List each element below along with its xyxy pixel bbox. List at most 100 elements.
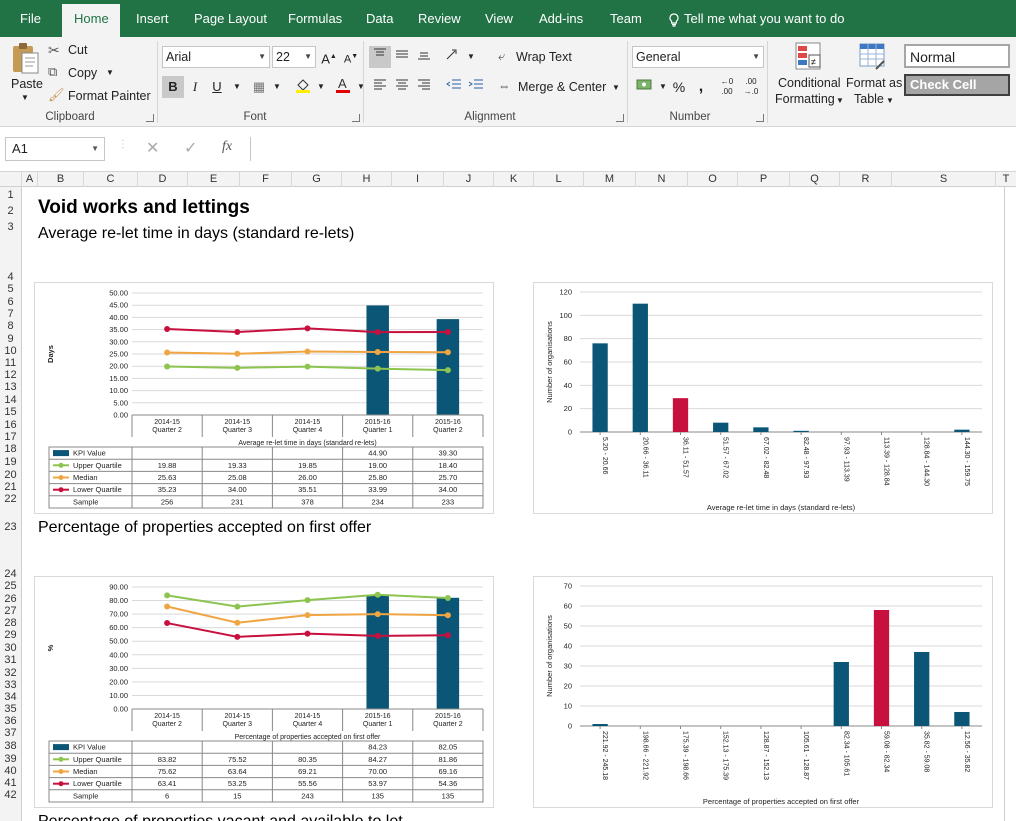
row-header-14[interactable]: 14 bbox=[0, 394, 21, 406]
borders-dropdown-icon[interactable]: ▼ bbox=[266, 76, 288, 98]
cancel-icon[interactable]: ✕ bbox=[146, 138, 159, 158]
tab-review[interactable]: Review bbox=[406, 0, 473, 37]
first-offer-kpi-chart[interactable]: 0.00 10.00 20.00 30.00 40.00 50.00 60.00 70.00 8… bbox=[34, 576, 494, 808]
row-header-21[interactable]: 21 bbox=[0, 481, 21, 493]
tab-file[interactable]: File bbox=[8, 0, 53, 37]
row-header-34[interactable]: 34 bbox=[0, 691, 21, 703]
tab-formulas[interactable]: Formulas bbox=[276, 0, 354, 37]
tab-home[interactable]: Home bbox=[62, 4, 120, 37]
increase-indent-icon[interactable] bbox=[465, 76, 487, 98]
column-header-s[interactable]: S bbox=[892, 172, 996, 187]
column-header-g[interactable]: G bbox=[292, 172, 342, 187]
row-header-41[interactable]: 41 bbox=[0, 777, 21, 789]
relet-kpi-chart[interactable]: 0.00 5.00 10.00 15.00 20.00 25.00 30.00 35.00 40… bbox=[34, 282, 494, 514]
decrease-indent-icon[interactable] bbox=[443, 76, 465, 98]
font-launcher-icon[interactable] bbox=[352, 114, 360, 122]
enter-check-icon[interactable]: ✓ bbox=[184, 138, 197, 158]
row-header-2[interactable]: 2 bbox=[0, 205, 21, 217]
align-bottom-icon[interactable] bbox=[413, 46, 435, 68]
align-right-icon[interactable] bbox=[413, 76, 435, 98]
row-header-13[interactable]: 13 bbox=[0, 381, 21, 393]
tab-insert[interactable]: Insert bbox=[124, 0, 181, 37]
align-middle-icon[interactable] bbox=[391, 46, 413, 68]
column-header-j[interactable]: J bbox=[444, 172, 494, 187]
underline-button[interactable]: U bbox=[206, 76, 228, 98]
row-header-33[interactable]: 33 bbox=[0, 679, 21, 691]
row-header-25[interactable]: 25 bbox=[0, 580, 21, 592]
relet-distribution-chart[interactable]: 0 20 40 60 80 100 120 Number of organisations 5.… bbox=[533, 282, 993, 514]
worksheet-grid[interactable]: Void works and lettings Average re-let t… bbox=[22, 187, 1004, 821]
style-check-cell[interactable]: Check Cell bbox=[904, 74, 1010, 96]
number-format-combo[interactable]: General ▼ bbox=[632, 46, 764, 68]
increase-font-icon[interactable]: A▲ bbox=[318, 46, 340, 68]
column-header-h[interactable]: H bbox=[342, 172, 392, 187]
percent-button[interactable]: % bbox=[668, 76, 690, 98]
tab-view[interactable]: View bbox=[473, 0, 525, 37]
column-header-d[interactable]: D bbox=[138, 172, 188, 187]
row-header-24[interactable]: 24 bbox=[0, 568, 21, 580]
alignment-launcher-icon[interactable] bbox=[616, 114, 624, 122]
column-header-a[interactable]: A bbox=[22, 172, 38, 187]
row-header-35[interactable]: 35 bbox=[0, 703, 21, 715]
row-header-4[interactable]: 4 bbox=[0, 271, 21, 283]
row-header-36[interactable]: 36 bbox=[0, 715, 21, 727]
copy-button[interactable]: ⧉ Copy ▼ bbox=[48, 63, 118, 83]
bold-button[interactable]: B bbox=[162, 76, 184, 98]
column-header-k[interactable]: K bbox=[494, 172, 534, 187]
row-header-39[interactable]: 39 bbox=[0, 753, 21, 765]
tab-team[interactable]: Team bbox=[598, 0, 654, 37]
row-header-6[interactable]: 6 bbox=[0, 296, 21, 308]
tab-page-layout[interactable]: Page Layout bbox=[182, 0, 279, 37]
cut-button[interactable]: ✂ Cut bbox=[48, 40, 108, 60]
format-painter-button[interactable]: 🖌 Format Painter bbox=[48, 86, 151, 106]
decrease-font-icon[interactable]: A▼ bbox=[340, 46, 362, 68]
row-header-11[interactable]: 11 bbox=[0, 357, 21, 369]
column-header-b[interactable]: B bbox=[38, 172, 84, 187]
underline-dropdown-icon[interactable]: ▼ bbox=[226, 76, 248, 98]
tell-me-search[interactable]: Tell me what you want to do bbox=[668, 0, 844, 37]
row-header-7[interactable]: 7 bbox=[0, 308, 21, 320]
row-header-16[interactable]: 16 bbox=[0, 419, 21, 431]
format-as-table-button[interactable]: Format as Table ▼ bbox=[844, 41, 902, 109]
tab-data[interactable]: Data bbox=[354, 0, 405, 37]
row-header-20[interactable]: 20 bbox=[0, 469, 21, 481]
column-header-i[interactable]: I bbox=[392, 172, 444, 187]
decrease-decimal-icon[interactable]: .00 →.0 bbox=[740, 76, 762, 98]
insert-function-icon[interactable]: fx bbox=[222, 139, 232, 155]
paste-button[interactable]: Paste ▼ bbox=[6, 41, 44, 105]
row-header-40[interactable]: 40 bbox=[0, 765, 21, 777]
row-header-28[interactable]: 28 bbox=[0, 617, 21, 629]
row-header-10[interactable]: 10 bbox=[0, 345, 21, 357]
align-center-icon[interactable] bbox=[391, 76, 413, 98]
column-header-q[interactable]: Q bbox=[790, 172, 840, 187]
row-header-30[interactable]: 30 bbox=[0, 642, 21, 654]
row-header-37[interactable]: 37 bbox=[0, 727, 21, 739]
comma-button[interactable]: , bbox=[690, 76, 712, 98]
row-header-15[interactable]: 15 bbox=[0, 406, 21, 418]
row-header-5[interactable]: 5 bbox=[0, 283, 21, 295]
align-top-icon[interactable] bbox=[369, 46, 391, 68]
row-header-23[interactable]: 23 bbox=[0, 521, 21, 533]
column-header-l[interactable]: L bbox=[534, 172, 584, 187]
align-left-icon[interactable] bbox=[369, 76, 391, 98]
column-header-f[interactable]: F bbox=[240, 172, 292, 187]
column-header-p[interactable]: P bbox=[738, 172, 790, 187]
formula-input[interactable] bbox=[250, 137, 1016, 161]
column-header-e[interactable]: E bbox=[188, 172, 240, 187]
row-header-3[interactable]: 3 bbox=[0, 221, 21, 233]
number-launcher-icon[interactable] bbox=[756, 114, 764, 122]
row-header-26[interactable]: 26 bbox=[0, 593, 21, 605]
orientation-dropdown-icon[interactable]: ▼ bbox=[460, 46, 482, 68]
row-header-8[interactable]: 8 bbox=[0, 320, 21, 332]
tab-add-ins[interactable]: Add-ins bbox=[527, 0, 595, 37]
fill-color-dropdown-icon[interactable]: ▼ bbox=[310, 76, 332, 98]
column-header-n[interactable]: N bbox=[636, 172, 688, 187]
row-header-31[interactable]: 31 bbox=[0, 654, 21, 666]
name-box[interactable]: A1 ▼ bbox=[5, 137, 105, 161]
select-all-corner[interactable] bbox=[0, 172, 22, 187]
row-header-32[interactable]: 32 bbox=[0, 667, 21, 679]
clipboard-launcher-icon[interactable] bbox=[146, 114, 154, 122]
row-header-18[interactable]: 18 bbox=[0, 443, 21, 455]
conditional-formatting-button[interactable]: ≠ Conditional Formatting ▼ bbox=[772, 41, 844, 109]
font-size-combo[interactable]: 22 ▼ bbox=[272, 46, 316, 68]
